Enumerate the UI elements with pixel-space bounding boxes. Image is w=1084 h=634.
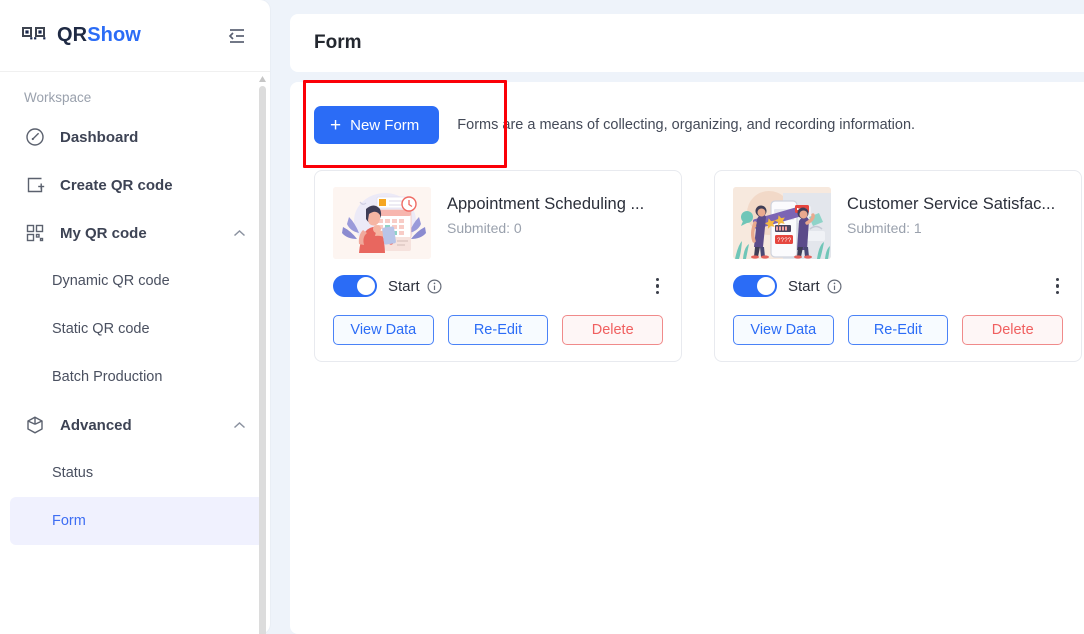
form-card-header: Appointment Scheduling ... Submited: 0 — [333, 187, 663, 259]
sidebar-item-static-qr-code[interactable]: Static QR code — [0, 305, 270, 353]
sidebar-item-form[interactable]: Form — [10, 497, 264, 545]
form-card-title: Appointment Scheduling ... — [447, 195, 645, 213]
sidebar-item-label: Dynamic QR code — [52, 273, 170, 289]
form-card-title: Customer Service Satisfac... — [847, 195, 1056, 213]
sidebar-item-label: Advanced — [60, 416, 132, 434]
toggle-knob — [757, 277, 775, 295]
svg-text:????: ???? — [777, 237, 792, 244]
sidebar-item-dashboard[interactable]: Dashboard — [0, 113, 270, 161]
re-edit-button[interactable]: Re-Edit — [847, 315, 949, 345]
start-toggle[interactable] — [733, 275, 777, 297]
start-toggle[interactable] — [333, 275, 377, 297]
info-circle-icon[interactable] — [427, 278, 442, 294]
toolbar: + New Form Forms are a means of collecti… — [314, 104, 1082, 146]
toggle-knob — [357, 277, 375, 295]
sidebar-item-label: Form — [52, 513, 86, 529]
appointment-illustration — [333, 187, 431, 259]
form-card-submitted: Submited: 0 — [447, 220, 522, 236]
start-toggle-label: Start — [388, 277, 420, 295]
content-panel: + New Form Forms are a means of collecti… — [290, 82, 1084, 634]
new-form-button-label: New Form — [350, 116, 420, 134]
start-toggle-label: Start — [788, 277, 820, 295]
form-card-controls: Start — [333, 273, 663, 299]
form-card-header: ???? Customer Service Satisfac... Submit… — [733, 187, 1063, 259]
chevron-up-icon — [233, 421, 246, 430]
square-plus-icon — [24, 174, 46, 196]
more-vertical-icon[interactable] — [1052, 275, 1064, 298]
brand-text: QRShow — [57, 24, 141, 47]
customer-service-illustration: ???? — [733, 187, 831, 259]
form-card-list: Appointment Scheduling ... Submited: 0 S… — [314, 170, 1082, 362]
sidebar-section-label: Workspace — [24, 90, 92, 105]
sidebar-item-label: My QR code — [60, 224, 147, 242]
view-data-button[interactable]: View Data — [333, 315, 434, 345]
sidebar-nav: Workspace Dashboard Create QR code My QR… — [0, 72, 270, 634]
delete-button[interactable]: Delete — [562, 315, 664, 345]
info-circle-icon[interactable] — [827, 278, 842, 294]
sidebar-item-label: Static QR code — [52, 321, 150, 337]
sidebar-item-advanced[interactable]: Advanced — [0, 401, 270, 449]
form-card-actions: View Data Re-Edit Delete — [733, 315, 1064, 345]
form-card[interactable]: ???? Customer Service Satisfac... Submit… — [714, 170, 1082, 362]
view-data-button[interactable]: View Data — [733, 315, 834, 345]
toolbar-description: Forms are a means of collecting, organiz… — [457, 117, 916, 133]
app-root: QRShow Workspace Dashboard Create QR cod… — [0, 0, 1084, 634]
sidebar-item-label: Dashboard — [60, 128, 139, 146]
brand-text-qr: QR — [57, 24, 88, 46]
sidebar-scrollbar-thumb[interactable] — [259, 86, 266, 634]
new-form-button[interactable]: + New Form — [314, 106, 440, 144]
delete-button[interactable]: Delete — [962, 315, 1064, 345]
sidebar-item-batch-production[interactable]: Batch Production — [0, 353, 270, 401]
form-card-submitted: Submited: 1 — [847, 220, 922, 236]
sidebar-item-create-qr-code[interactable]: Create QR code — [0, 161, 270, 209]
menu-fold-icon[interactable] — [224, 24, 248, 48]
brand[interactable]: QRShow — [22, 24, 141, 47]
re-edit-button[interactable]: Re-Edit — [447, 315, 549, 345]
chevron-up-icon — [233, 229, 246, 238]
main-content: Form + New Form Forms are a means of col… — [270, 0, 1084, 634]
form-card[interactable]: Appointment Scheduling ... Submited: 0 S… — [314, 170, 682, 362]
sidebar-item-dynamic-qr-code[interactable]: Dynamic QR code — [0, 257, 270, 305]
sidebar-item-label: Create QR code — [60, 176, 173, 194]
brand-text-show: Show — [87, 24, 141, 46]
qr-code-logo-icon — [22, 26, 48, 46]
sidebar-item-label: Batch Production — [52, 369, 163, 385]
sidebar: QRShow Workspace Dashboard Create QR cod… — [0, 0, 270, 634]
form-card-actions: View Data Re-Edit Delete — [333, 315, 664, 345]
qr-grid-icon — [24, 222, 46, 244]
form-card-controls: Start — [733, 273, 1063, 299]
sidebar-item-status[interactable]: Status — [0, 449, 270, 497]
page-header: Form — [290, 14, 1084, 72]
compass-icon — [24, 126, 46, 148]
more-vertical-icon[interactable] — [652, 275, 664, 298]
sidebar-item-my-qr-code[interactable]: My QR code — [0, 209, 270, 257]
sidebar-item-label: Status — [52, 465, 94, 481]
sidebar-header: QRShow — [0, 0, 270, 72]
plus-icon: + — [330, 114, 342, 136]
cube-icon — [24, 414, 46, 436]
page-title: Form — [314, 32, 362, 53]
